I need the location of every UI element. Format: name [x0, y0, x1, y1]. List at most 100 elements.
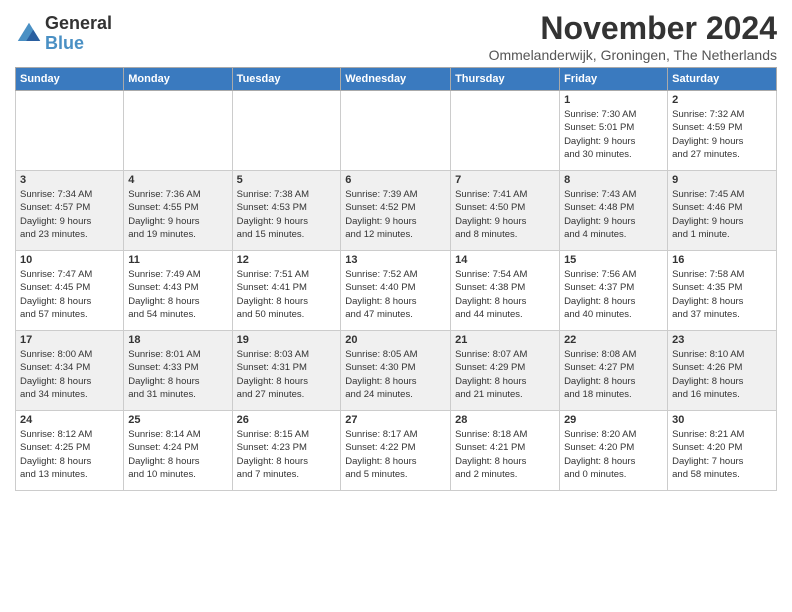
- day-number: 2: [672, 94, 772, 106]
- cell-w3-d6: 16 Sunrise: 7:58 AM Sunset: 4:35 PM Dayli…: [668, 251, 777, 331]
- day-info: Sunrise: 8:05 AM Sunset: 4:30 PM Dayligh…: [345, 348, 446, 401]
- logo-text: General Blue: [45, 14, 112, 54]
- cell-w3-d2: 12Sunrise: 7:51 AM Sunset: 4:41 PM Dayli…: [232, 251, 341, 331]
- cell-w2-d2: 5 Sunrise: 7:38 AM Sunset: 4:53 PM Daylig…: [232, 171, 341, 251]
- cell-w1-d3: [341, 91, 451, 171]
- cell-w3-d0: 10 Sunrise: 7:47 AM Sunset: 4:45 PM Dayli…: [16, 251, 124, 331]
- day-number: 29: [564, 414, 663, 426]
- col-saturday: Saturday: [668, 68, 777, 91]
- cell-w1-d1: [124, 91, 232, 171]
- day-info: Sunrise: 7:51 AM Sunset: 4:41 PM Dayligh…: [237, 268, 337, 321]
- day-info: Sunrise: 7:36 AM Sunset: 4:55 PM Dayligh…: [128, 188, 227, 241]
- day-info: Sunrise: 8:18 AM Sunset: 4:21 PM Dayligh…: [455, 428, 555, 481]
- week-row-5: 24 Sunrise: 8:12 AM Sunset: 4:25 PM Dayli…: [16, 411, 777, 491]
- week-row-2: 3 Sunrise: 7:34 AM Sunset: 4:57 PM Daylig…: [16, 171, 777, 251]
- day-info: Sunrise: 7:41 AM Sunset: 4:50 PM Dayligh…: [455, 188, 555, 241]
- col-thursday: Thursday: [451, 68, 560, 91]
- cell-w1-d5: 1Sunrise: 7:30 AM Sunset: 5:01 PM Daylig…: [560, 91, 668, 171]
- day-number: 14: [455, 254, 555, 266]
- cell-w5-d1: 25 Sunrise: 8:14 AM Sunset: 4:24 PM Dayli…: [124, 411, 232, 491]
- day-number: 6: [345, 174, 446, 186]
- cell-w2-d5: 8Sunrise: 7:43 AM Sunset: 4:48 PM Daylig…: [560, 171, 668, 251]
- subtitle: Ommelanderwijk, Groningen, The Netherlan…: [489, 47, 777, 63]
- day-info: Sunrise: 7:38 AM Sunset: 4:53 PM Dayligh…: [237, 188, 337, 241]
- day-number: 7: [455, 174, 555, 186]
- calendar-body: 1Sunrise: 7:30 AM Sunset: 5:01 PM Daylig…: [16, 91, 777, 491]
- calendar-header: Sunday Monday Tuesday Wednesday Thursday…: [16, 68, 777, 91]
- day-number: 19: [237, 334, 337, 346]
- cell-w2-d4: 7 Sunrise: 7:41 AM Sunset: 4:50 PM Daylig…: [451, 171, 560, 251]
- day-number: 25: [128, 414, 227, 426]
- day-info: Sunrise: 7:47 AM Sunset: 4:45 PM Dayligh…: [20, 268, 119, 321]
- cell-w5-d0: 24 Sunrise: 8:12 AM Sunset: 4:25 PM Dayli…: [16, 411, 124, 491]
- col-monday: Monday: [124, 68, 232, 91]
- cell-w4-d1: 18 Sunrise: 8:01 AM Sunset: 4:33 PM Dayli…: [124, 331, 232, 411]
- day-info: Sunrise: 8:10 AM Sunset: 4:26 PM Dayligh…: [672, 348, 772, 401]
- day-number: 24: [20, 414, 119, 426]
- title-block: November 2024 Ommelanderwijk, Groningen,…: [489, 10, 777, 63]
- cell-w4-d5: 22 Sunrise: 8:08 AM Sunset: 4:27 PM Dayli…: [560, 331, 668, 411]
- day-info: Sunrise: 8:07 AM Sunset: 4:29 PM Dayligh…: [455, 348, 555, 401]
- day-info: Sunrise: 7:39 AM Sunset: 4:52 PM Dayligh…: [345, 188, 446, 241]
- day-info: Sunrise: 7:34 AM Sunset: 4:57 PM Dayligh…: [20, 188, 119, 241]
- cell-w5-d2: 26Sunrise: 8:15 AM Sunset: 4:23 PM Dayli…: [232, 411, 341, 491]
- day-info: Sunrise: 8:00 AM Sunset: 4:34 PM Dayligh…: [20, 348, 119, 401]
- day-info: Sunrise: 7:52 AM Sunset: 4:40 PM Dayligh…: [345, 268, 446, 321]
- day-number: 18: [128, 334, 227, 346]
- day-info: Sunrise: 8:08 AM Sunset: 4:27 PM Dayligh…: [564, 348, 663, 401]
- col-tuesday: Tuesday: [232, 68, 341, 91]
- day-info: Sunrise: 8:03 AM Sunset: 4:31 PM Dayligh…: [237, 348, 337, 401]
- day-info: Sunrise: 8:01 AM Sunset: 4:33 PM Dayligh…: [128, 348, 227, 401]
- day-number: 11: [128, 254, 227, 266]
- calendar-table: Sunday Monday Tuesday Wednesday Thursday…: [15, 67, 777, 491]
- cell-w4-d6: 23 Sunrise: 8:10 AM Sunset: 4:26 PM Dayli…: [668, 331, 777, 411]
- cell-w2-d6: 9 Sunrise: 7:45 AM Sunset: 4:46 PM Daylig…: [668, 171, 777, 251]
- cell-w4-d4: 21 Sunrise: 8:07 AM Sunset: 4:29 PM Dayli…: [451, 331, 560, 411]
- day-number: 22: [564, 334, 663, 346]
- cell-w1-d0: [16, 91, 124, 171]
- day-info: Sunrise: 8:20 AM Sunset: 4:20 PM Dayligh…: [564, 428, 663, 481]
- cell-w5-d3: 27 Sunrise: 8:17 AM Sunset: 4:22 PM Dayli…: [341, 411, 451, 491]
- day-info: Sunrise: 7:45 AM Sunset: 4:46 PM Dayligh…: [672, 188, 772, 241]
- day-info: Sunrise: 8:17 AM Sunset: 4:22 PM Dayligh…: [345, 428, 446, 481]
- logo: General Blue: [15, 14, 112, 54]
- week-row-4: 17Sunrise: 8:00 AM Sunset: 4:34 PM Dayli…: [16, 331, 777, 411]
- cell-w3-d3: 13 Sunrise: 7:52 AM Sunset: 4:40 PM Dayli…: [341, 251, 451, 331]
- day-number: 23: [672, 334, 772, 346]
- day-info: Sunrise: 8:12 AM Sunset: 4:25 PM Dayligh…: [20, 428, 119, 481]
- day-number: 5: [237, 174, 337, 186]
- col-friday: Friday: [560, 68, 668, 91]
- cell-w1-d6: 2 Sunrise: 7:32 AM Sunset: 4:59 PM Daylig…: [668, 91, 777, 171]
- col-sunday: Sunday: [16, 68, 124, 91]
- day-number: 9: [672, 174, 772, 186]
- cell-w3-d4: 14 Sunrise: 7:54 AM Sunset: 4:38 PM Dayli…: [451, 251, 560, 331]
- col-wednesday: Wednesday: [341, 68, 451, 91]
- day-number: 4: [128, 174, 227, 186]
- header-row: Sunday Monday Tuesday Wednesday Thursday…: [16, 68, 777, 91]
- cell-w3-d1: 11Sunrise: 7:49 AM Sunset: 4:43 PM Dayli…: [124, 251, 232, 331]
- page: General Blue November 2024 Ommelanderwij…: [0, 0, 792, 501]
- main-title: November 2024: [489, 10, 777, 47]
- cell-w1-d4: [451, 91, 560, 171]
- day-number: 3: [20, 174, 119, 186]
- day-number: 21: [455, 334, 555, 346]
- day-number: 10: [20, 254, 119, 266]
- cell-w4-d3: 20 Sunrise: 8:05 AM Sunset: 4:30 PM Dayli…: [341, 331, 451, 411]
- day-number: 8: [564, 174, 663, 186]
- day-number: 15: [564, 254, 663, 266]
- header: General Blue November 2024 Ommelanderwij…: [15, 10, 777, 63]
- day-info: Sunrise: 8:14 AM Sunset: 4:24 PM Dayligh…: [128, 428, 227, 481]
- day-number: 16: [672, 254, 772, 266]
- day-info: Sunrise: 8:15 AM Sunset: 4:23 PM Dayligh…: [237, 428, 337, 481]
- cell-w1-d2: [232, 91, 341, 171]
- day-info: Sunrise: 7:32 AM Sunset: 4:59 PM Dayligh…: [672, 108, 772, 161]
- day-info: Sunrise: 7:58 AM Sunset: 4:35 PM Dayligh…: [672, 268, 772, 321]
- day-info: Sunrise: 7:54 AM Sunset: 4:38 PM Dayligh…: [455, 268, 555, 321]
- cell-w5-d6: 30Sunrise: 8:21 AM Sunset: 4:20 PM Dayli…: [668, 411, 777, 491]
- day-number: 13: [345, 254, 446, 266]
- logo-icon: [15, 20, 43, 48]
- day-info: Sunrise: 8:21 AM Sunset: 4:20 PM Dayligh…: [672, 428, 772, 481]
- day-number: 27: [345, 414, 446, 426]
- day-number: 20: [345, 334, 446, 346]
- cell-w3-d5: 15Sunrise: 7:56 AM Sunset: 4:37 PM Dayli…: [560, 251, 668, 331]
